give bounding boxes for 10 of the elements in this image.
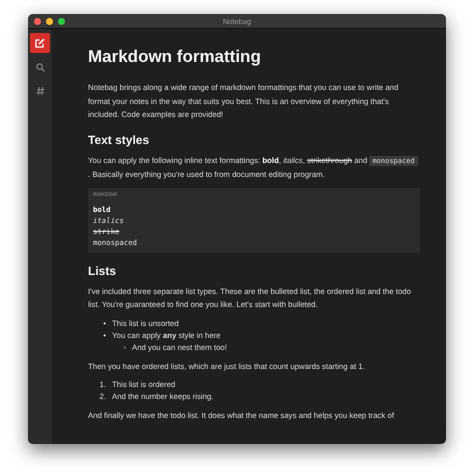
- sidebar-button[interactable]: [30, 33, 50, 53]
- zoom-button[interactable]: [58, 18, 65, 24]
- search-icon: [36, 62, 44, 72]
- section-heading: Text styles: [88, 132, 150, 146]
- edit-icon: [35, 38, 45, 48]
- document-title: Markdown formatting: [88, 47, 262, 67]
- close-button[interactable]: [34, 18, 41, 24]
- section-heading: Lists: [88, 264, 118, 278]
- minimize-button[interactable]: [46, 18, 53, 24]
- hashtag-icon: [36, 86, 44, 96]
